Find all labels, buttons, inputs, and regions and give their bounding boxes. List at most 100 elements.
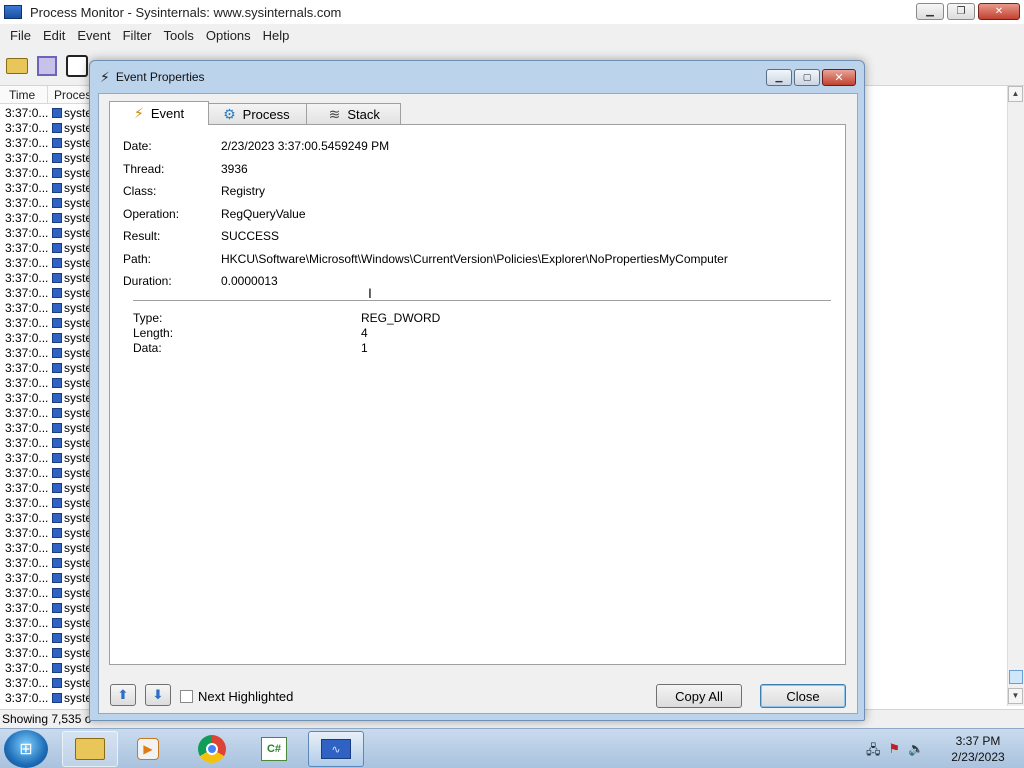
previous-event-button[interactable]: ⬆ (110, 684, 136, 706)
table-row[interactable]: 3:37:0... syste (0, 615, 92, 630)
save-button[interactable] (34, 53, 60, 79)
table-row[interactable]: 3:37:0... syste (0, 630, 92, 645)
table-row[interactable]: 3:37:0... syste (0, 195, 92, 210)
table-row[interactable]: 3:37:0... syste (0, 315, 92, 330)
close-window-button[interactable]: ✕ (978, 3, 1020, 20)
table-row[interactable]: 3:37:0... syste (0, 660, 92, 675)
process-icon (52, 602, 62, 613)
table-row[interactable]: 3:37:0... syste (0, 570, 92, 585)
menu-help[interactable]: Help (257, 28, 296, 43)
row-process: syste (64, 420, 92, 435)
taskbar-csharp[interactable]: C# (246, 731, 302, 767)
tab-stack[interactable]: ≋ Stack (305, 103, 401, 124)
table-row[interactable]: 3:37:0... syste (0, 165, 92, 180)
table-row[interactable]: 3:37:0... syste (0, 435, 92, 450)
taskbar-explorer[interactable] (62, 731, 118, 767)
table-row[interactable]: 3:37:0... syste (0, 180, 92, 195)
table-row[interactable]: 3:37:0... syste (0, 345, 92, 360)
table-row[interactable]: 3:37:0... syste (0, 150, 92, 165)
table-row[interactable]: 3:37:0... syste (0, 495, 92, 510)
detail-type: Type: REG_DWORD (133, 311, 440, 326)
dialog-titlebar[interactable]: ⚡ Event Properties ▁ ▢ ✕ (90, 61, 864, 93)
scroll-thumb[interactable] (1009, 670, 1023, 684)
tab-stack-label: Stack (347, 106, 380, 122)
table-row[interactable]: 3:37:0... syste (0, 690, 92, 705)
copy-all-button[interactable]: Copy All (656, 684, 742, 708)
dialog-maximize-button[interactable]: ▢ (794, 69, 820, 86)
tab-event[interactable]: ⚡ Event (109, 101, 210, 125)
table-row[interactable]: 3:37:0... syste (0, 585, 92, 600)
table-row[interactable]: 3:37:0... syste (0, 360, 92, 375)
table-row[interactable]: 3:37:0... syste (0, 330, 92, 345)
table-row[interactable]: 3:37:0... syste (0, 225, 92, 240)
table-row[interactable]: 3:37:0... syste (0, 210, 92, 225)
table-row[interactable]: 3:37:0... syste (0, 300, 92, 315)
table-row[interactable]: 3:37:0... syste (0, 540, 92, 555)
event-list[interactable]: 3:37:0... syste 3:37:0... syste 3:37:0... sys… (0, 105, 92, 709)
taskbar-chrome[interactable] (184, 731, 240, 767)
table-row[interactable]: 3:37:0... syste (0, 420, 92, 435)
table-row[interactable]: 3:37:0... syste (0, 120, 92, 135)
table-row[interactable]: 3:37:0... syste (0, 480, 92, 495)
clock[interactable]: 3:37 PM 2/23/2023 (938, 733, 1018, 765)
table-row[interactable]: 3:37:0... syste (0, 555, 92, 570)
process-icon (52, 257, 62, 268)
next-highlighted-checkbox[interactable]: Next Highlighted (180, 689, 293, 704)
minimize-button[interactable]: ▁ (916, 3, 944, 20)
menu-filter[interactable]: Filter (117, 28, 158, 43)
table-row[interactable]: 3:37:0... syste (0, 390, 92, 405)
start-button[interactable]: ⊞ (4, 730, 48, 768)
row-process: syste (64, 300, 92, 315)
menu-tools[interactable]: Tools (158, 28, 200, 43)
explorer-icon (75, 738, 105, 760)
vertical-scrollbar[interactable]: ▲ ▼ (1007, 86, 1024, 706)
menu-event[interactable]: Event (71, 28, 116, 43)
main-titlebar: Process Monitor - Sysinternals: www.sysi… (0, 0, 1024, 24)
column-time[interactable]: Time ... (0, 86, 48, 120)
scroll-up-button[interactable]: ▲ (1008, 86, 1023, 102)
action-center-icon[interactable]: ⚑ (889, 741, 901, 763)
table-row[interactable]: 3:37:0... syste (0, 510, 92, 525)
table-row[interactable]: 3:37:0... syste (0, 525, 92, 540)
table-row[interactable]: 3:37:0... syste (0, 270, 92, 285)
table-row[interactable]: 3:37:0... syste (0, 405, 92, 420)
capture-button[interactable] (64, 53, 90, 79)
table-row[interactable]: 3:37:0... syste (0, 135, 92, 150)
volume-icon[interactable]: 🔈 (908, 741, 924, 763)
column-process[interactable]: Proces (48, 86, 92, 103)
network-icon[interactable]: 🖧 (866, 741, 881, 763)
close-button[interactable]: Close (760, 684, 846, 708)
checkbox-box[interactable] (180, 690, 193, 703)
table-row[interactable]: 3:37:0... syste (0, 465, 92, 480)
table-row[interactable]: 3:37:0... syste (0, 285, 92, 300)
menu-file[interactable]: File (4, 28, 37, 43)
menu-options[interactable]: Options (200, 28, 257, 43)
process-icon (52, 362, 62, 373)
open-button[interactable] (4, 53, 30, 79)
row-process: syste (64, 675, 92, 690)
table-row[interactable]: 3:37:0... syste (0, 240, 92, 255)
dialog-close-x-button[interactable]: ✕ (822, 69, 856, 86)
table-row[interactable]: 3:37:0... syste (0, 105, 92, 120)
table-row[interactable]: 3:37:0... syste (0, 675, 92, 690)
detail-data-label: Data: (133, 341, 162, 355)
table-row[interactable]: 3:37:0... syste (0, 255, 92, 270)
table-row[interactable]: 3:37:0... syste (0, 600, 92, 615)
taskbar-process-monitor[interactable]: ∿ (308, 731, 364, 767)
tab-process[interactable]: ⚙ Process (208, 103, 307, 124)
next-event-button[interactable]: ⬇ (145, 684, 171, 706)
taskbar-media-player[interactable]: ▶ (120, 731, 176, 767)
row-process: syste (64, 255, 92, 270)
dialog-minimize-button[interactable]: ▁ (766, 69, 792, 86)
menu-edit[interactable]: Edit (37, 28, 71, 43)
table-row[interactable]: 3:37:0... syste (0, 375, 92, 390)
row-time: 3:37:0... (5, 450, 49, 465)
table-row[interactable]: 3:37:0... syste (0, 450, 92, 465)
field-path-label: Path: (123, 252, 152, 266)
scroll-down-button[interactable]: ▼ (1008, 688, 1023, 704)
restore-button[interactable]: ❐ (947, 3, 975, 20)
table-row[interactable]: 3:37:0... syste (0, 645, 92, 660)
field-duration: Duration: 0.0000013 (123, 274, 278, 288)
row-time: 3:37:0... (5, 525, 49, 540)
detail-type-value: REG_DWORD (361, 311, 441, 325)
